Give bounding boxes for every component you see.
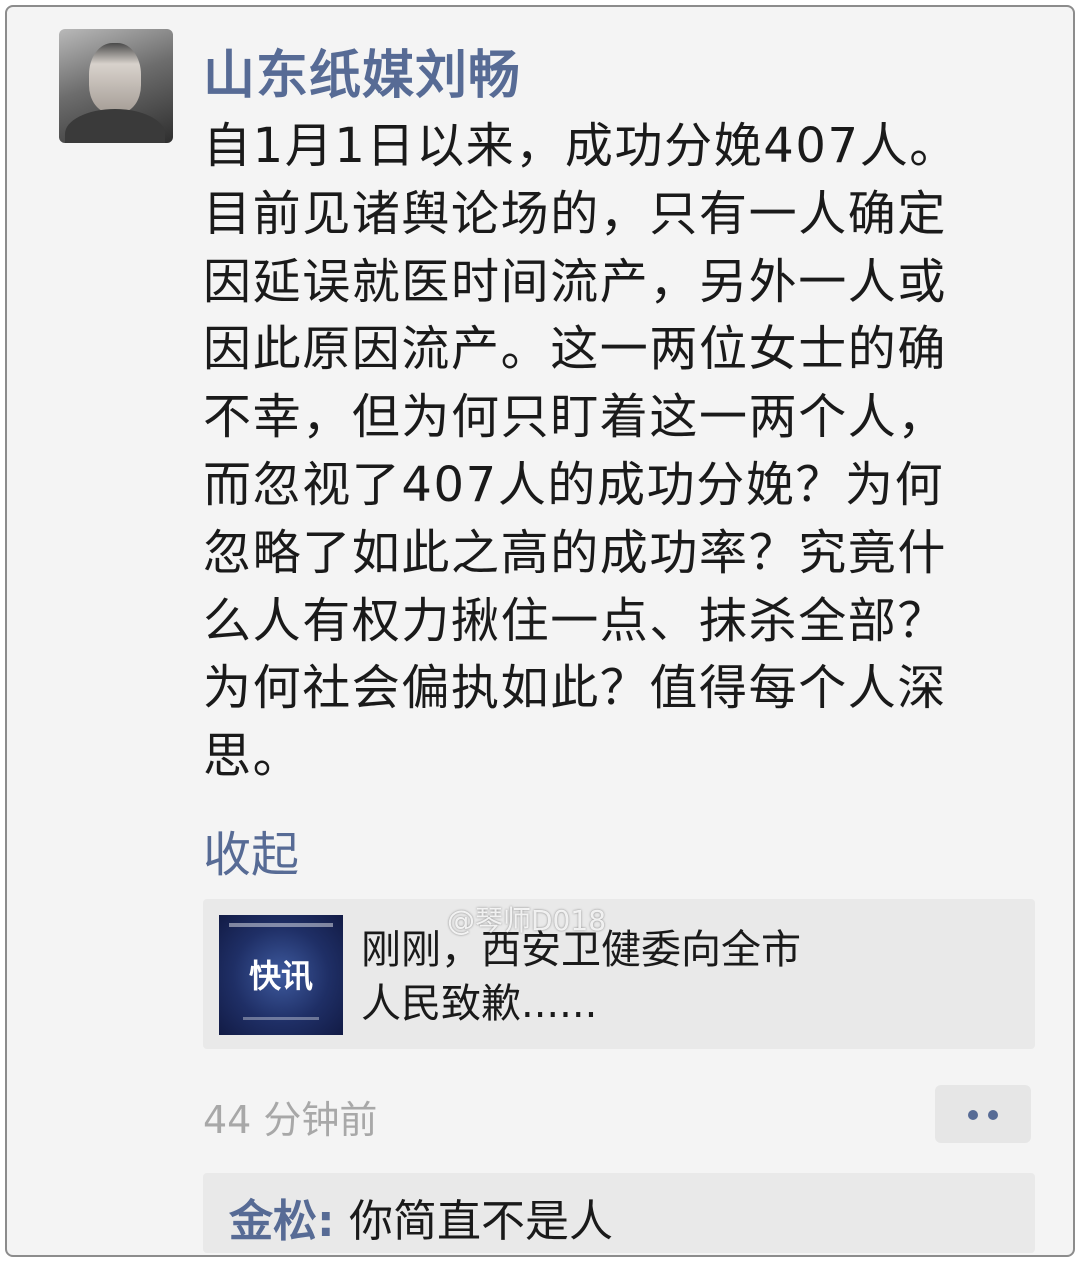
- commenter-separator: :: [317, 1196, 335, 1247]
- avatar-shoulders: [65, 109, 165, 143]
- post-text: 自1月1日以来，成功分娩407人。 目前见诸舆论场的，只有一人确定 因延误就医时…: [203, 118, 959, 785]
- moments-post: 山东纸媒刘畅 自1月1日以来，成功分娩407人。 目前见诸舆论场的，只有一人确定…: [5, 5, 1075, 1257]
- article-title: 刚刚，西安卫健委向全市 人民致歉......: [361, 927, 801, 1027]
- more-actions-button[interactable]: [935, 1085, 1031, 1143]
- commenter-name[interactable]: 金松:: [229, 1185, 335, 1249]
- article-thumbnail: 快讯: [219, 915, 343, 1035]
- more-dot-icon: [988, 1110, 998, 1120]
- more-dot-icon: [968, 1110, 978, 1120]
- watermark: @琴师D018: [447, 904, 607, 937]
- avatar-head: [89, 43, 141, 113]
- commenter-name-text: 金松: [229, 1196, 317, 1247]
- comment-area: 金松: 你简直不是人: [203, 1173, 1035, 1253]
- thumbnail-label: 快讯: [248, 957, 313, 995]
- comment-text: 你简直不是人: [349, 1196, 613, 1247]
- username[interactable]: 山东纸媒刘畅: [203, 33, 521, 108]
- avatar[interactable]: [59, 29, 173, 143]
- thumbnail-header-line: [229, 923, 333, 927]
- post-timestamp: 44 分钟前: [203, 1098, 378, 1142]
- collapse-link[interactable]: 收起: [203, 815, 299, 885]
- thumbnail-footer-line: [243, 1017, 319, 1020]
- shared-article-card[interactable]: 快讯 刚刚，西安卫健委向全市 人民致歉......: [203, 899, 1035, 1049]
